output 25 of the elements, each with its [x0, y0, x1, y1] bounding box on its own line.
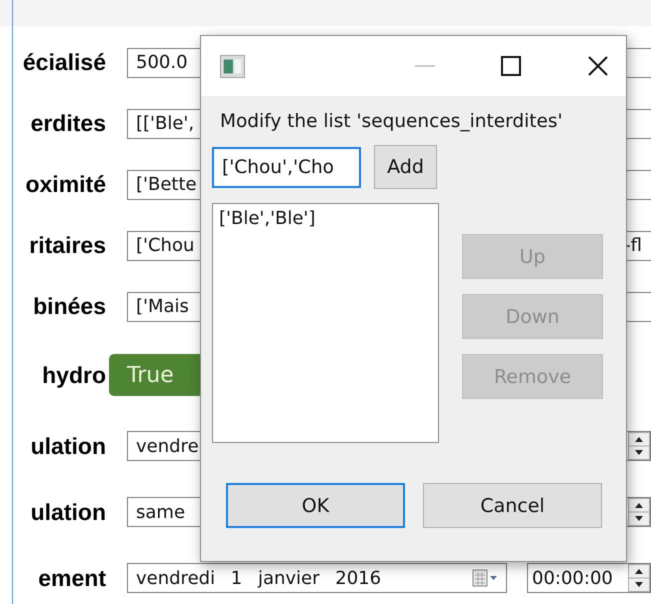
ok-button[interactable]: OK [226, 483, 405, 528]
field-label: écialisé [22, 49, 106, 76]
field-label: ement [37, 564, 106, 592]
field-label: ulation [30, 432, 106, 460]
calendar-dropdown-icon[interactable] [472, 568, 498, 588]
date-field[interactable]: vendredi 1 janvier 2016 [127, 563, 507, 593]
spinner-icon[interactable] [628, 432, 650, 460]
dialog-message: Modify the list 'sequences_interdites' [220, 111, 564, 132]
maximize-icon[interactable] [500, 55, 522, 77]
spinner-icon[interactable] [628, 564, 650, 592]
field-label: oximité [24, 171, 106, 198]
field-label: ritaires [28, 232, 106, 259]
cancel-button[interactable]: Cancel [423, 483, 602, 528]
spinner-icon[interactable] [628, 498, 650, 526]
field-label: ulation [30, 498, 106, 526]
window-app-icon [220, 54, 245, 78]
list-box[interactable]: ['Ble','Ble'] [212, 203, 439, 443]
close-icon[interactable] [587, 55, 610, 77]
field-label: erdites [30, 110, 106, 137]
field-label: hydro [41, 362, 106, 388]
add-button[interactable]: Add [374, 145, 437, 189]
input-field[interactable]: ['Chou','Cho [212, 146, 361, 188]
time-field[interactable]: 00:00:00 [527, 563, 651, 593]
field-label: binées [32, 293, 106, 320]
list-item[interactable]: ['Ble','Ble'] [219, 208, 432, 229]
